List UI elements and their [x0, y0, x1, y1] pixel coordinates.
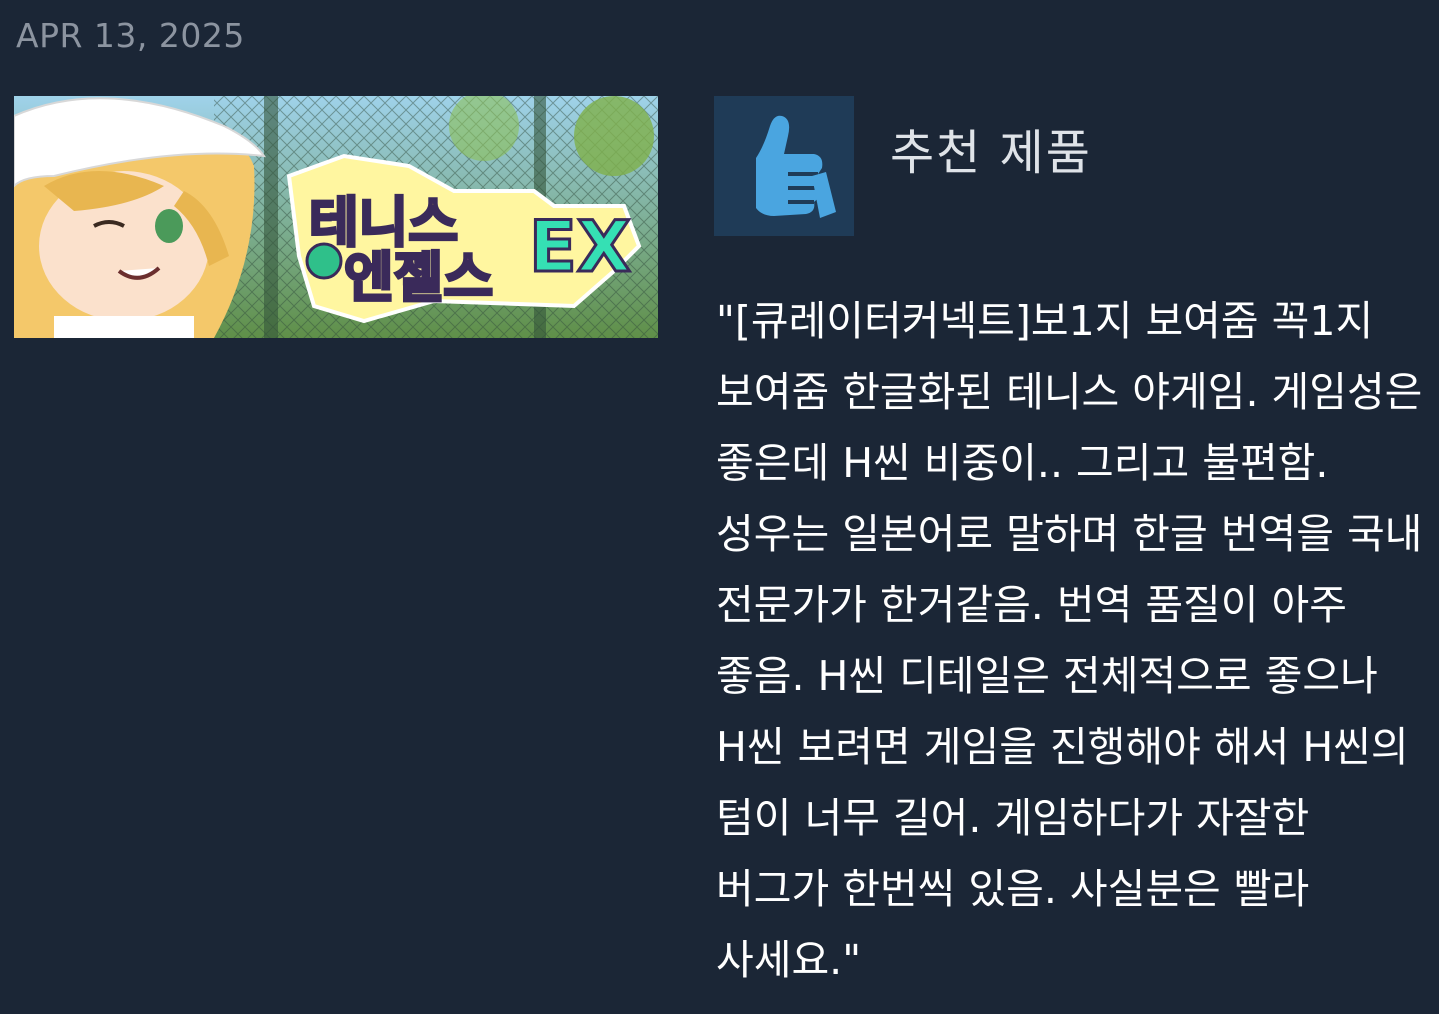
game-capsule-image[interactable]: 테니스 엔젤스 EX	[14, 96, 658, 338]
capsule-logo-line-3: EX	[529, 206, 631, 288]
recommendation-label: 추천 제품	[890, 125, 1092, 181]
review-date: APR 13, 2025	[16, 16, 245, 55]
capsule-logo-line-2: 엔젤스	[344, 246, 493, 309]
capsule-art: 테니스 엔젤스 EX	[14, 96, 658, 338]
review-body-text: "[큐레이터커넥트]보1지 보여줌 꼭1지 보여줌 한글화된 테니스 야게임. …	[716, 297, 1423, 984]
thumbs-up-icon	[714, 96, 854, 236]
